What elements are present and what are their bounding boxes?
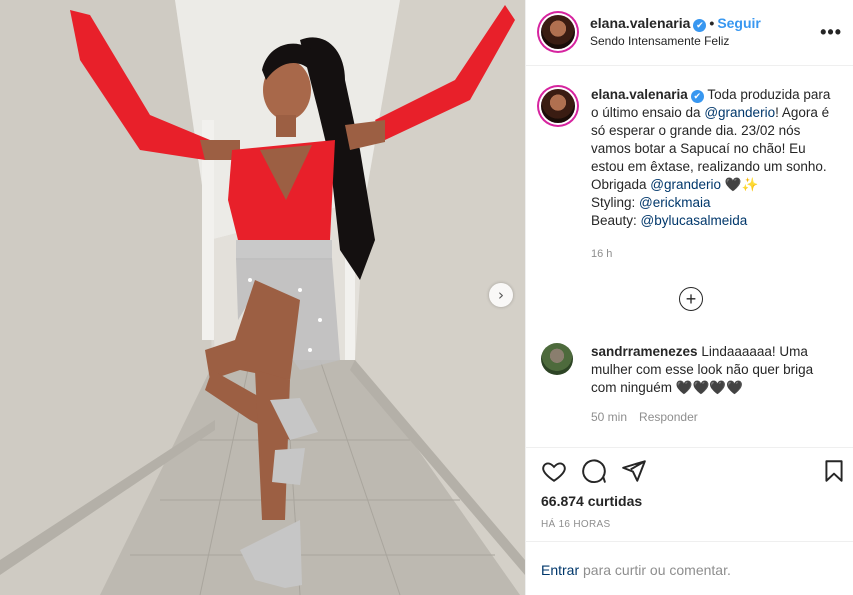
follow-button[interactable]: Seguir <box>717 15 761 31</box>
location-link[interactable]: Sendo Intensamente Feliz <box>590 34 729 48</box>
caption-text-part: Beauty: <box>591 213 641 228</box>
post-header: elana.valenaria ✔ • Seguir Sendo Intensamen… <box>526 0 853 66</box>
verified-badge-icon: ✔ <box>690 90 704 103</box>
load-more-comments-button[interactable]: + <box>679 287 703 311</box>
post-container: › elana.valenaria ✔ • Seguir Sendo Intensam… <box>0 0 853 595</box>
header-user-line: elana.valenaria ✔ • Seguir <box>590 15 761 32</box>
bookmark-icon[interactable] <box>821 458 847 484</box>
mention-link[interactable]: @bylucasalmeida <box>641 213 748 228</box>
caption-text-part: Styling: <box>591 195 640 210</box>
heart-icon[interactable] <box>541 458 567 484</box>
next-photo-button[interactable]: › <box>489 283 513 307</box>
comment-timestamp[interactable]: 50 min <box>591 410 627 424</box>
caption-username-link[interactable]: elana.valenaria <box>591 87 688 102</box>
verified-badge-icon: ✔ <box>693 19 707 32</box>
comment-meta: 50 min Responder <box>591 410 710 424</box>
mention-link[interactable]: @granderio <box>650 177 721 192</box>
photo-illustration <box>0 0 525 595</box>
more-options-icon[interactable]: ••• <box>820 22 842 43</box>
comment-username-link[interactable]: sandrramenezes <box>591 344 698 359</box>
share-icon[interactable] <box>621 458 647 484</box>
caption-emoji: 🖤✨ <box>721 177 759 192</box>
post-timestamp[interactable]: HÁ 16 HORAS <box>541 519 610 530</box>
chevron-right-icon: › <box>498 285 504 304</box>
avatar[interactable] <box>541 15 575 49</box>
avatar[interactable] <box>541 343 573 375</box>
login-link[interactable]: Entrar <box>541 562 579 578</box>
avatar[interactable] <box>541 89 575 123</box>
post-actions: 66.874 curtidas HÁ 16 HORAS <box>526 447 853 547</box>
mention-link[interactable]: @granderio <box>704 105 775 120</box>
post-side-panel: elana.valenaria ✔ • Seguir Sendo Intensamen… <box>525 0 853 595</box>
likes-count[interactable]: 66.874 curtidas <box>541 493 642 509</box>
caption-timestamp[interactable]: 16 h <box>591 248 612 260</box>
caption-text: elana.valenaria ✔ Toda produzida para o ú… <box>591 86 841 230</box>
comment-icon[interactable] <box>581 458 607 484</box>
username-link[interactable]: elana.valenaria <box>590 15 690 31</box>
comment-text: sandrramenezes Lindaaaaaa! Uma mulher co… <box>591 343 841 397</box>
reply-button[interactable]: Responder <box>639 410 698 424</box>
mention-link[interactable]: @erickmaia <box>639 195 710 210</box>
login-prompt-text: para curtir ou comentar. <box>583 562 731 578</box>
login-prompt: Entrar para curtir ou comentar. <box>526 541 853 595</box>
post-photo[interactable]: › <box>0 0 525 595</box>
separator-dot: • <box>709 15 715 31</box>
